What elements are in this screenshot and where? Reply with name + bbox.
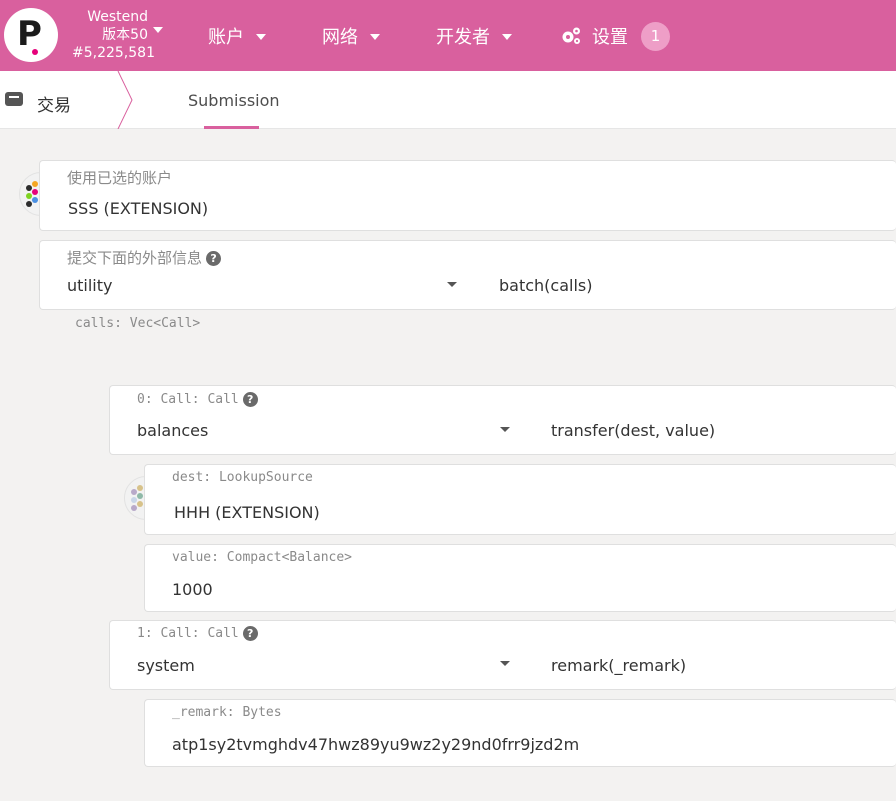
extrinsic-label: 提交下面的外部信息? bbox=[67, 247, 222, 268]
call-0-label: 0: Call: Call? bbox=[137, 392, 258, 407]
menu-developer-label: 开发者 bbox=[436, 27, 490, 48]
call-1-label: 1: Call: Call? bbox=[137, 626, 258, 641]
call-0-method[interactable]: transfer(dest, value) bbox=[551, 421, 715, 440]
extrinsic-method[interactable]: batch(calls) bbox=[499, 276, 592, 295]
chevron-down-icon bbox=[153, 27, 163, 33]
menu-accounts[interactable]: 账户 bbox=[208, 22, 266, 50]
chain-name: Westend bbox=[87, 9, 148, 25]
section-title: 交易 bbox=[37, 96, 71, 116]
notification-badge[interactable]: 1 bbox=[641, 22, 670, 51]
chevron-down-icon bbox=[256, 34, 266, 40]
chain-version: 版本50 bbox=[102, 27, 148, 43]
calls-label: calls: Vec<Call> bbox=[75, 316, 201, 331]
value-label: value: Compact<Balance> bbox=[172, 550, 353, 565]
menu-settings[interactable]: 设置 bbox=[560, 22, 628, 50]
extrinsic-module[interactable]: utility bbox=[67, 276, 113, 295]
dest-value: HHH (EXTENSION) bbox=[174, 503, 320, 522]
value-input[interactable]: 1000 bbox=[172, 580, 213, 599]
call-1-label-text: 1: Call: Call bbox=[137, 626, 239, 641]
gear-icon bbox=[562, 27, 580, 44]
remark-label: _remark: Bytes bbox=[172, 705, 282, 720]
call-0-label-text: 0: Call: Call bbox=[137, 392, 239, 407]
top-navigation-bar: P Westend 版本50 #5,225,581 账户 网络 开发者 设置 1 bbox=[0, 0, 896, 71]
menu-network-label: 网络 bbox=[322, 27, 358, 48]
chevron-down-icon bbox=[370, 34, 380, 40]
logo-dot bbox=[32, 49, 38, 55]
polkadot-logo[interactable]: P bbox=[4, 8, 58, 62]
chevron-down-icon[interactable] bbox=[447, 282, 457, 287]
active-tab-indicator bbox=[204, 126, 259, 129]
envelope-icon bbox=[5, 92, 23, 106]
call-0-module[interactable]: balances bbox=[137, 421, 208, 440]
extrinsic-selector: 提交下面的外部信息? utility batch(calls) bbox=[39, 240, 896, 310]
menu-settings-label: 设置 bbox=[592, 27, 628, 48]
menu-accounts-label: 账户 bbox=[208, 27, 244, 48]
question-circle-icon[interactable]: ? bbox=[242, 392, 258, 407]
remark-input[interactable]: atp1sy2tvmghdv47hwz89yu9wz2y29nd0frr9jzd… bbox=[172, 735, 579, 754]
dest-label: dest: LookupSource bbox=[172, 470, 313, 485]
section-tab-bar: 交易 Submission bbox=[0, 71, 896, 129]
chevron-down-icon bbox=[502, 34, 512, 40]
account-value: SSS (EXTENSION) bbox=[68, 199, 209, 218]
call-0-selector: 0: Call: Call? balances transfer(dest, v… bbox=[109, 385, 896, 455]
question-circle-icon[interactable]: ? bbox=[242, 626, 258, 641]
call-1-selector: 1: Call: Call? system remark(_remark) bbox=[109, 620, 896, 690]
menu-developer[interactable]: 开发者 bbox=[436, 22, 512, 50]
logo-letter: P bbox=[17, 14, 42, 54]
menu-network[interactable]: 网络 bbox=[322, 22, 380, 50]
value-field[interactable]: value: Compact<Balance> 1000 bbox=[144, 544, 896, 612]
question-circle-icon[interactable]: ? bbox=[206, 251, 222, 266]
remark-field[interactable]: _remark: Bytes atp1sy2tvmghdv47hwz89yu9w… bbox=[144, 699, 896, 767]
dest-field[interactable]: dest: LookupSource HHH (EXTENSION) bbox=[144, 464, 896, 535]
call-1-method[interactable]: remark(_remark) bbox=[551, 656, 686, 675]
breadcrumb-separator bbox=[117, 71, 133, 129]
block-number: #5,225,581 bbox=[72, 45, 155, 61]
chevron-down-icon[interactable] bbox=[500, 661, 510, 666]
extrinsic-label-text: 提交下面的外部信息 bbox=[67, 249, 203, 267]
tab-submission[interactable]: Submission bbox=[188, 91, 280, 110]
call-1-module[interactable]: system bbox=[137, 656, 195, 675]
account-selector[interactable]: 使用已选的账户 SSS (EXTENSION) bbox=[39, 160, 896, 231]
chevron-down-icon[interactable] bbox=[500, 427, 510, 432]
account-label: 使用已选的账户 bbox=[67, 169, 173, 187]
